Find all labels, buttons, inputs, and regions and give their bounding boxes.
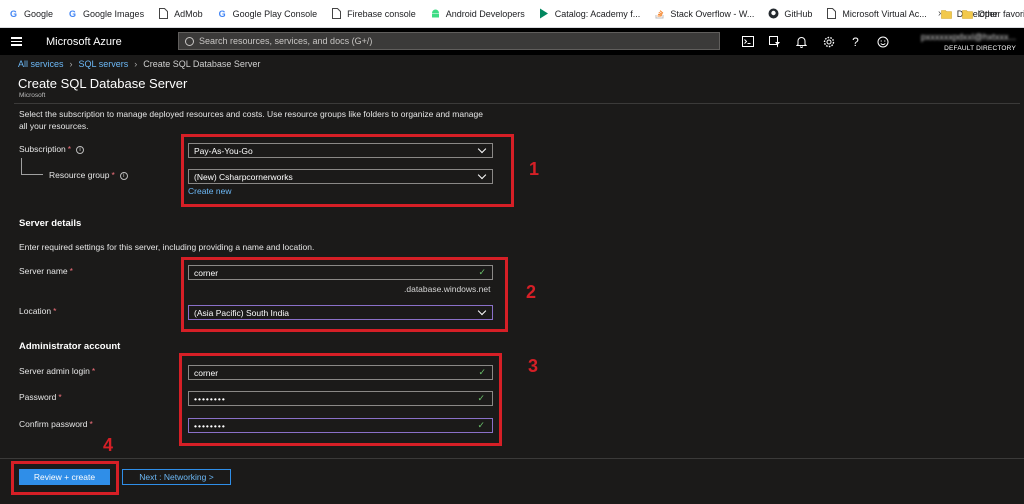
google-icon: G (69, 8, 77, 19)
notifications-bell-icon[interactable] (788, 28, 815, 55)
global-search-input[interactable]: Search resources, services, and docs (G+… (178, 32, 720, 50)
breadcrumb-all-services[interactable]: All services (18, 59, 64, 69)
annotation-number-1: 1 (529, 159, 540, 179)
bookmark-microsoft-virtual-academy[interactable]: Microsoft Virtual Ac... (826, 8, 927, 19)
bookmark-google-play-console[interactable]: G Google Play Console (217, 8, 318, 19)
bookmark-stack-overflow[interactable]: Stack Overflow - W... (654, 8, 754, 19)
bookmark-google-images[interactable]: G Google Images (67, 8, 144, 19)
admin-login-label: Server admin login * (19, 366, 96, 376)
server-details-heading: Server details (19, 218, 82, 229)
confirm-password-label: Confirm password * (19, 419, 93, 429)
settings-gear-icon[interactable] (815, 28, 842, 55)
bookmark-other-favorites[interactable]: Other favori (962, 0, 1024, 28)
resource-group-label: Resource group * i (49, 170, 128, 180)
location-label: Location * (19, 306, 57, 316)
github-icon (768, 8, 779, 19)
breadcrumb: All services › SQL servers › Create SQL … (18, 59, 260, 69)
page-title: Create SQL Database Server (18, 76, 188, 91)
admin-account-heading: Administrator account (19, 341, 121, 352)
topbar-icons: ? (734, 28, 896, 55)
annotation-box-1 (181, 134, 514, 207)
info-icon[interactable]: i (119, 172, 128, 180)
page-icon (331, 8, 342, 19)
account-directory: DEFAULT DIRECTORY (944, 45, 1016, 52)
search-placeholder: Search resources, services, and docs (G+… (199, 36, 373, 46)
folder-icon (940, 8, 952, 19)
server-name-label: Server name * (19, 266, 73, 276)
bookmark-catalog-academy[interactable]: Catalog: Academy f... (539, 8, 640, 19)
android-icon (430, 8, 441, 19)
server-details-description: Enter required settings for this server,… (19, 242, 315, 252)
bookmark-android-developers[interactable]: Android Developers (430, 8, 525, 19)
menu-icon[interactable] (0, 28, 32, 55)
annotation-number-2: 2 (526, 282, 537, 302)
search-icon (185, 36, 194, 46)
page-icon (826, 8, 837, 19)
cloud-shell-icon[interactable] (734, 28, 761, 55)
subscription-label: Subscription * i (19, 144, 85, 154)
breadcrumb-separator: › (69, 59, 73, 69)
bookmark-google[interactable]: G Google (8, 8, 53, 19)
bookmark-firebase-console[interactable]: Firebase console (331, 8, 416, 19)
review-create-button[interactable]: Review + create (19, 469, 110, 485)
password-label: Password * (19, 392, 62, 402)
breadcrumb-current: Create SQL Database Server (143, 59, 261, 69)
azure-top-bar: Microsoft Azure Search resources, servic… (0, 28, 1024, 55)
more-bookmarks-chevron[interactable]: › (938, 8, 941, 19)
annotation-number-3: 3 (528, 356, 539, 376)
stackoverflow-icon (654, 8, 665, 19)
info-icon[interactable]: i (76, 146, 85, 154)
breadcrumb-separator: › (134, 59, 138, 69)
project-description: Select the subscription to manage deploy… (19, 109, 483, 131)
annotation-number-4: 4 (103, 435, 114, 455)
google-icon: G (9, 8, 17, 19)
feedback-smiley-icon[interactable] (869, 28, 896, 55)
directory-filter-icon[interactable] (761, 28, 788, 55)
page-subtitle: Microsoft (19, 92, 46, 99)
account-name: pxxxxxxpdxxl@hxtxxx... (920, 32, 1016, 42)
page-icon (158, 8, 169, 19)
annotation-box-3 (179, 353, 502, 446)
annotation-box-2 (181, 257, 508, 332)
account-menu[interactable]: pxxxxxxpdxxl@hxtxxx... DEFAULT DIRECTORY (906, 32, 1016, 52)
bookmarks-bar: G Google G Google Images AdMob G Google Pla… (0, 0, 1024, 28)
breadcrumb-sql-servers[interactable]: SQL servers (79, 59, 129, 69)
footer-divider (0, 458, 1024, 459)
folder-icon (962, 9, 973, 19)
help-question-icon[interactable]: ? (842, 28, 869, 55)
brand-title[interactable]: Microsoft Azure (46, 36, 176, 48)
next-networking-button[interactable]: Next : Networking > (122, 469, 231, 485)
google-icon: G (218, 8, 226, 19)
title-divider (14, 103, 1020, 104)
tree-connector (21, 158, 43, 175)
play-icon (539, 8, 550, 19)
bookmark-github[interactable]: GitHub (768, 8, 812, 19)
bookmark-admob[interactable]: AdMob (158, 8, 203, 19)
